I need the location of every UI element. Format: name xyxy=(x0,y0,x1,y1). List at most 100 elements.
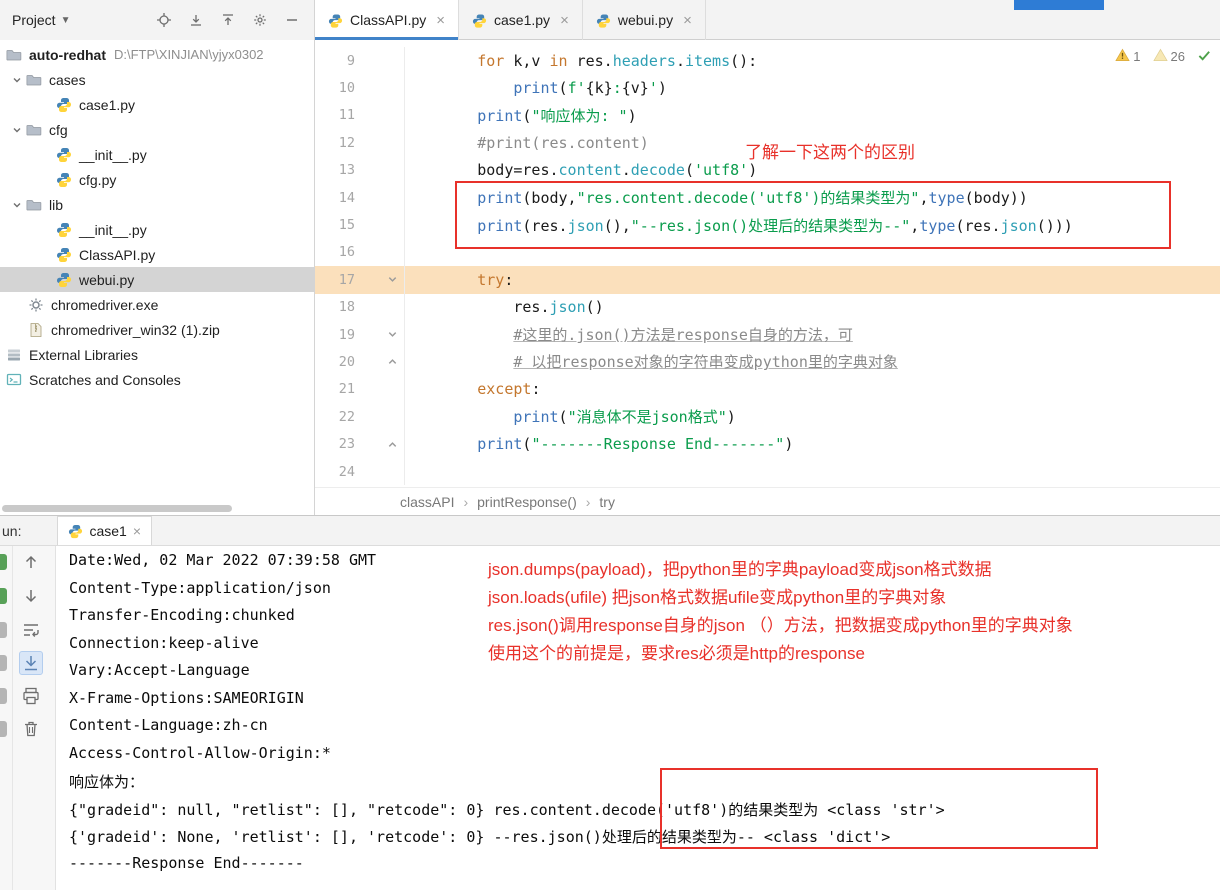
scroll-to-end-icon[interactable] xyxy=(19,651,43,675)
code-text[interactable]: print("响应体为: ") xyxy=(405,105,636,126)
handwritten-note-line: json.loads(ufile) 把json格式数据ufile变成python… xyxy=(488,588,947,607)
tree-item-external-libraries[interactable]: External Libraries xyxy=(0,342,314,367)
tree-item-init-py[interactable]: __init__.py xyxy=(0,217,314,242)
code-line-24[interactable]: 24 xyxy=(315,457,1220,486)
gutter-line-9[interactable]: 9 xyxy=(315,47,405,75)
tab-close-icon[interactable]: × xyxy=(133,523,141,539)
line-number: 13 xyxy=(338,162,355,179)
editor-tab-webui-py[interactable]: webui.py × xyxy=(583,0,706,40)
project-horizontal-scrollbar[interactable] xyxy=(2,505,232,512)
tree-item-auto-redhat[interactable]: auto-redhat D:\FTP\XINJIAN\yjyx0302 xyxy=(0,42,314,67)
gutter-line-13[interactable]: 13 xyxy=(315,156,405,184)
expand-arrow-icon[interactable] xyxy=(8,124,26,136)
gutter-line-12[interactable]: 12 xyxy=(315,129,405,157)
warning-count: 1 xyxy=(1133,49,1141,64)
code-text[interactable]: try: xyxy=(405,271,513,289)
breadcrumb-item-printresponse[interactable]: printResponse() xyxy=(477,494,577,510)
tree-item-label: __init__.py xyxy=(79,146,147,163)
gutter-line-14[interactable]: 14 xyxy=(315,183,405,212)
tree-item-classapi-py[interactable]: ClassAPI.py xyxy=(0,242,314,267)
tree-item-cases[interactable]: cases xyxy=(0,67,314,92)
expand-all-icon[interactable] xyxy=(188,12,204,28)
tree-item-chromedriver-exe[interactable]: chromedriver.exe xyxy=(0,292,314,317)
gutter-line-18[interactable]: 18 xyxy=(315,293,405,321)
code-text[interactable]: for k,v in res.headers.items(): xyxy=(405,52,757,70)
gutter-line-24[interactable]: 24 xyxy=(315,457,405,486)
code-line-22[interactable]: 22 print("消息体不是json格式") xyxy=(315,403,1220,431)
editor-tab-case1-py[interactable]: case1.py × xyxy=(459,0,583,40)
gutter-line-11[interactable]: 11 xyxy=(315,101,405,130)
collapse-all-icon[interactable] xyxy=(220,12,236,28)
run-tab-case1[interactable]: case1 × xyxy=(57,516,153,545)
code-line-20[interactable]: 20 # 以把response对象的字符串变成python里的字典对象 xyxy=(315,348,1220,376)
project-tool-title[interactable]: Project ▼ xyxy=(0,12,70,28)
fold-region-icon[interactable] xyxy=(355,329,404,340)
stop-icon[interactable] xyxy=(0,622,7,638)
prev-occurrence-icon[interactable] xyxy=(19,550,43,574)
tree-item-init-py[interactable]: __init__.py xyxy=(0,142,314,167)
print-icon[interactable] xyxy=(19,684,43,708)
inspections-widget[interactable]: 1 26 xyxy=(1115,48,1212,65)
console-line: X-Frame-Options:SAMEORIGIN xyxy=(69,688,304,707)
tab-close-icon[interactable]: × xyxy=(560,13,569,28)
tree-item-scratches-and-consoles[interactable]: Scratches and Consoles xyxy=(0,367,314,392)
fold-region-icon[interactable] xyxy=(355,274,404,285)
gutter-line-15[interactable]: 15 xyxy=(315,211,405,239)
gutter-line-17[interactable]: 17 xyxy=(315,266,405,294)
expand-arrow-icon[interactable] xyxy=(8,199,26,211)
gutter-line-16[interactable]: 16 xyxy=(315,238,405,267)
run-icon[interactable] xyxy=(0,588,7,604)
code-line-18[interactable]: 18 res.json() xyxy=(315,293,1220,321)
gutter-line-10[interactable]: 10 xyxy=(315,74,405,102)
expand-arrow-icon[interactable] xyxy=(8,74,26,86)
code-text[interactable]: # 以把response对象的字符串变成python里的字典对象 xyxy=(405,351,898,372)
editor-code-region[interactable]: 9 for k,v in res.headers.items(): 10 prin… xyxy=(315,40,1220,487)
close-tab-icon[interactable] xyxy=(0,721,7,737)
code-text[interactable]: res.json() xyxy=(405,298,603,316)
tree-item-case1-py[interactable]: case1.py xyxy=(0,92,314,117)
soft-wrap-icon[interactable] xyxy=(19,618,43,642)
tree-item-label: ClassAPI.py xyxy=(79,246,156,263)
locate-icon[interactable] xyxy=(156,12,172,28)
pin-tab-icon[interactable] xyxy=(0,688,7,704)
gutter-line-23[interactable]: 23 xyxy=(315,430,405,458)
next-occurrence-icon[interactable] xyxy=(19,584,43,608)
breadcrumb-item-classapi[interactable]: classAPI xyxy=(400,494,454,510)
fold-end-icon[interactable] xyxy=(355,439,404,450)
fold-end-icon[interactable] xyxy=(355,356,404,367)
tree-item-chromedriver-win32-1-zip[interactable]: chromedriver_win32 (1).zip xyxy=(0,317,314,342)
python-icon xyxy=(56,272,72,288)
gutter-line-22[interactable]: 22 xyxy=(315,403,405,431)
python-file-icon xyxy=(68,524,83,539)
code-text[interactable]: print("消息体不是json格式") xyxy=(405,406,735,427)
code-line-11[interactable]: 11 print("响应体为: ") xyxy=(315,101,1220,130)
code-line-10[interactable]: 10 print(f'{k}:{v}') xyxy=(315,74,1220,102)
editor-tab-classapi-py[interactable]: ClassAPI.py × xyxy=(315,0,460,40)
breadcrumb-item-try[interactable]: try xyxy=(599,494,615,510)
code-text[interactable]: body=res.content.decode('utf8') xyxy=(405,161,757,179)
code-text[interactable]: #print(res.content) xyxy=(405,134,649,152)
clear-all-trash-icon[interactable] xyxy=(19,717,43,741)
code-line-19[interactable]: 19 #这里的.json()方法是response自身的方法，可 xyxy=(315,320,1220,349)
code-line-21[interactable]: 21 except: xyxy=(315,375,1220,404)
tree-item-cfg[interactable]: cfg xyxy=(0,117,314,142)
code-line-17[interactable]: 17 try: xyxy=(315,266,1220,294)
tree-item-lib[interactable]: lib xyxy=(0,192,314,217)
gutter-line-21[interactable]: 21 xyxy=(315,375,405,404)
code-line-23[interactable]: 23 print("-------Response End-------") xyxy=(315,430,1220,458)
rerun-icon[interactable] xyxy=(0,554,7,570)
tab-close-icon[interactable]: × xyxy=(436,13,445,28)
code-text[interactable]: print(f'{k}:{v}') xyxy=(405,79,667,97)
code-line-9[interactable]: 9 for k,v in res.headers.items(): xyxy=(315,47,1220,75)
code-text[interactable]: print("-------Response End-------") xyxy=(405,435,793,453)
settings-gear-icon[interactable] xyxy=(252,12,268,28)
tree-item-webui-py[interactable]: webui.py xyxy=(0,267,314,292)
tree-item-cfg-py[interactable]: cfg.py xyxy=(0,167,314,192)
gutter-line-20[interactable]: 20 xyxy=(315,348,405,376)
restore-layout-icon[interactable] xyxy=(0,655,7,671)
code-text[interactable]: #这里的.json()方法是response自身的方法，可 xyxy=(405,324,853,345)
tab-close-icon[interactable]: × xyxy=(683,13,692,28)
gutter-line-19[interactable]: 19 xyxy=(315,320,405,349)
code-text[interactable]: except: xyxy=(405,380,540,398)
hide-panel-icon[interactable] xyxy=(284,12,300,28)
